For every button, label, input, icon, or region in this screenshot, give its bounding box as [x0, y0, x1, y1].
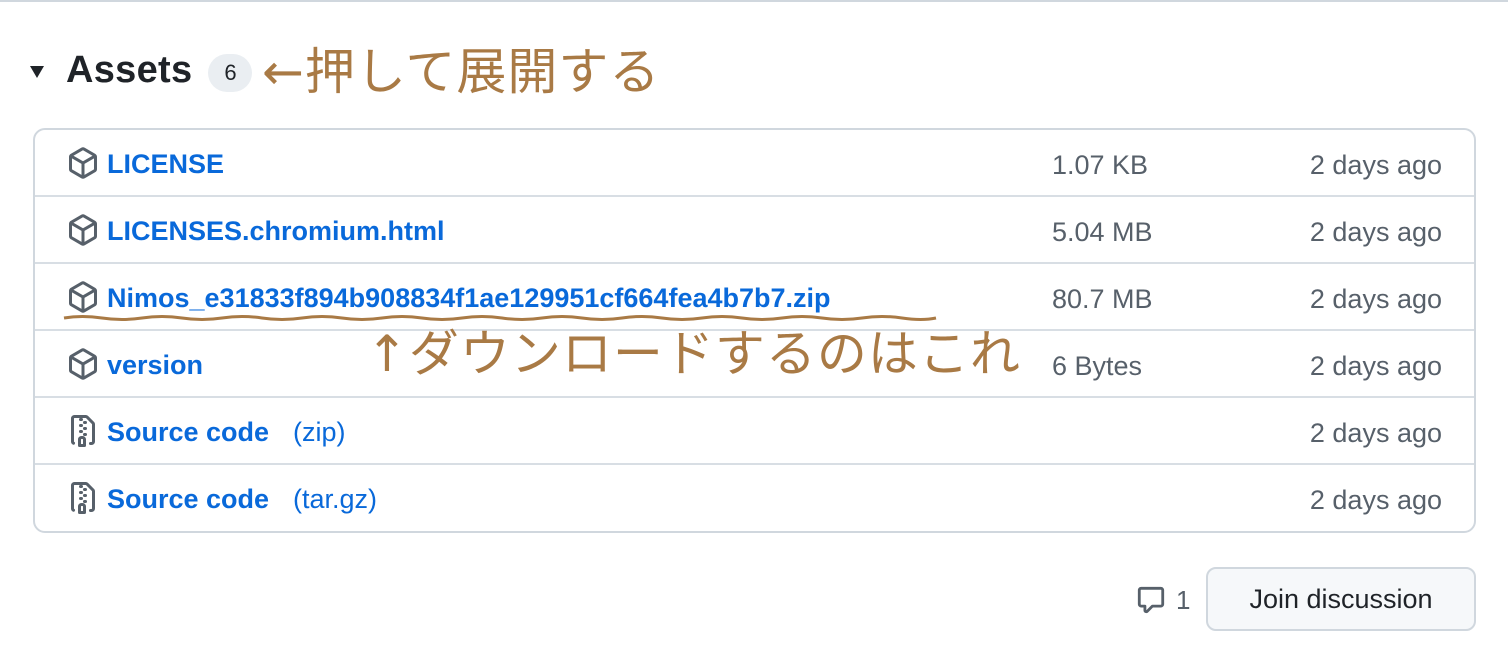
release-assets-panel: Assets 6 ←押して展開する LICENSE 1.07 KB 2 days… [0, 0, 1508, 660]
comment-count: 1 [1176, 584, 1191, 615]
asset-size: 5.04 MB [1052, 217, 1153, 247]
asset-size: 6 Bytes [1052, 351, 1143, 381]
assets-summary[interactable]: Assets 6 [30, 40, 253, 100]
asset-size: 80.7 MB [1052, 284, 1153, 314]
asset-size: 1.07 KB [1052, 150, 1149, 180]
assets-title[interactable]: Assets [66, 49, 192, 92]
asset-link-source-code-zip[interactable]: Source code [107, 417, 269, 448]
asset-date: 2 days ago [1309, 150, 1442, 180]
asset-link-version[interactable]: version [107, 350, 203, 381]
comment-counter[interactable]: 1 [1136, 582, 1190, 618]
package-icon [67, 214, 99, 246]
asset-date: 2 days ago [1309, 351, 1442, 381]
join-discussion-button[interactable]: Join discussion [1206, 567, 1476, 631]
asset-date: 2 days ago [1309, 418, 1442, 448]
asset-link-license[interactable]: LICENSE [107, 149, 224, 180]
package-icon [67, 147, 99, 179]
asset-date: 2 days ago [1309, 485, 1442, 515]
handwritten-annotation-expand: ←押して展開する [262, 43, 661, 101]
asset-row: Source code (zip) 2 days ago [35, 398, 1474, 465]
package-icon [67, 281, 99, 313]
asset-row: Source code (tar.gz) 2 days ago [35, 465, 1474, 531]
asset-date: 2 days ago [1309, 217, 1442, 247]
asset-format-suffix[interactable]: (tar.gz) [293, 484, 377, 515]
file-zip-icon [67, 415, 99, 447]
file-zip-icon [67, 482, 99, 514]
asset-link-source-code-tar-gz[interactable]: Source code [107, 484, 269, 515]
handwritten-annotation-download: ↑ダウンロードするのはこれ [366, 325, 1021, 383]
package-icon [67, 348, 99, 380]
asset-format-suffix[interactable]: (zip) [293, 417, 346, 448]
comment-icon [1136, 585, 1166, 615]
assets-count-badge: 6 [208, 54, 253, 92]
asset-link-nimos-zip[interactable]: Nimos_e31833f894b908834f1ae129951cf664fe… [107, 283, 831, 314]
asset-date: 2 days ago [1309, 284, 1442, 314]
caret-down-icon[interactable] [30, 66, 44, 78]
asset-row: LICENSES.chromium.html 5.04 MB 2 days ag… [35, 197, 1474, 264]
asset-row: LICENSE 1.07 KB 2 days ago [35, 130, 1474, 197]
asset-link-licenses-chromium[interactable]: LICENSES.chromium.html [107, 216, 445, 247]
